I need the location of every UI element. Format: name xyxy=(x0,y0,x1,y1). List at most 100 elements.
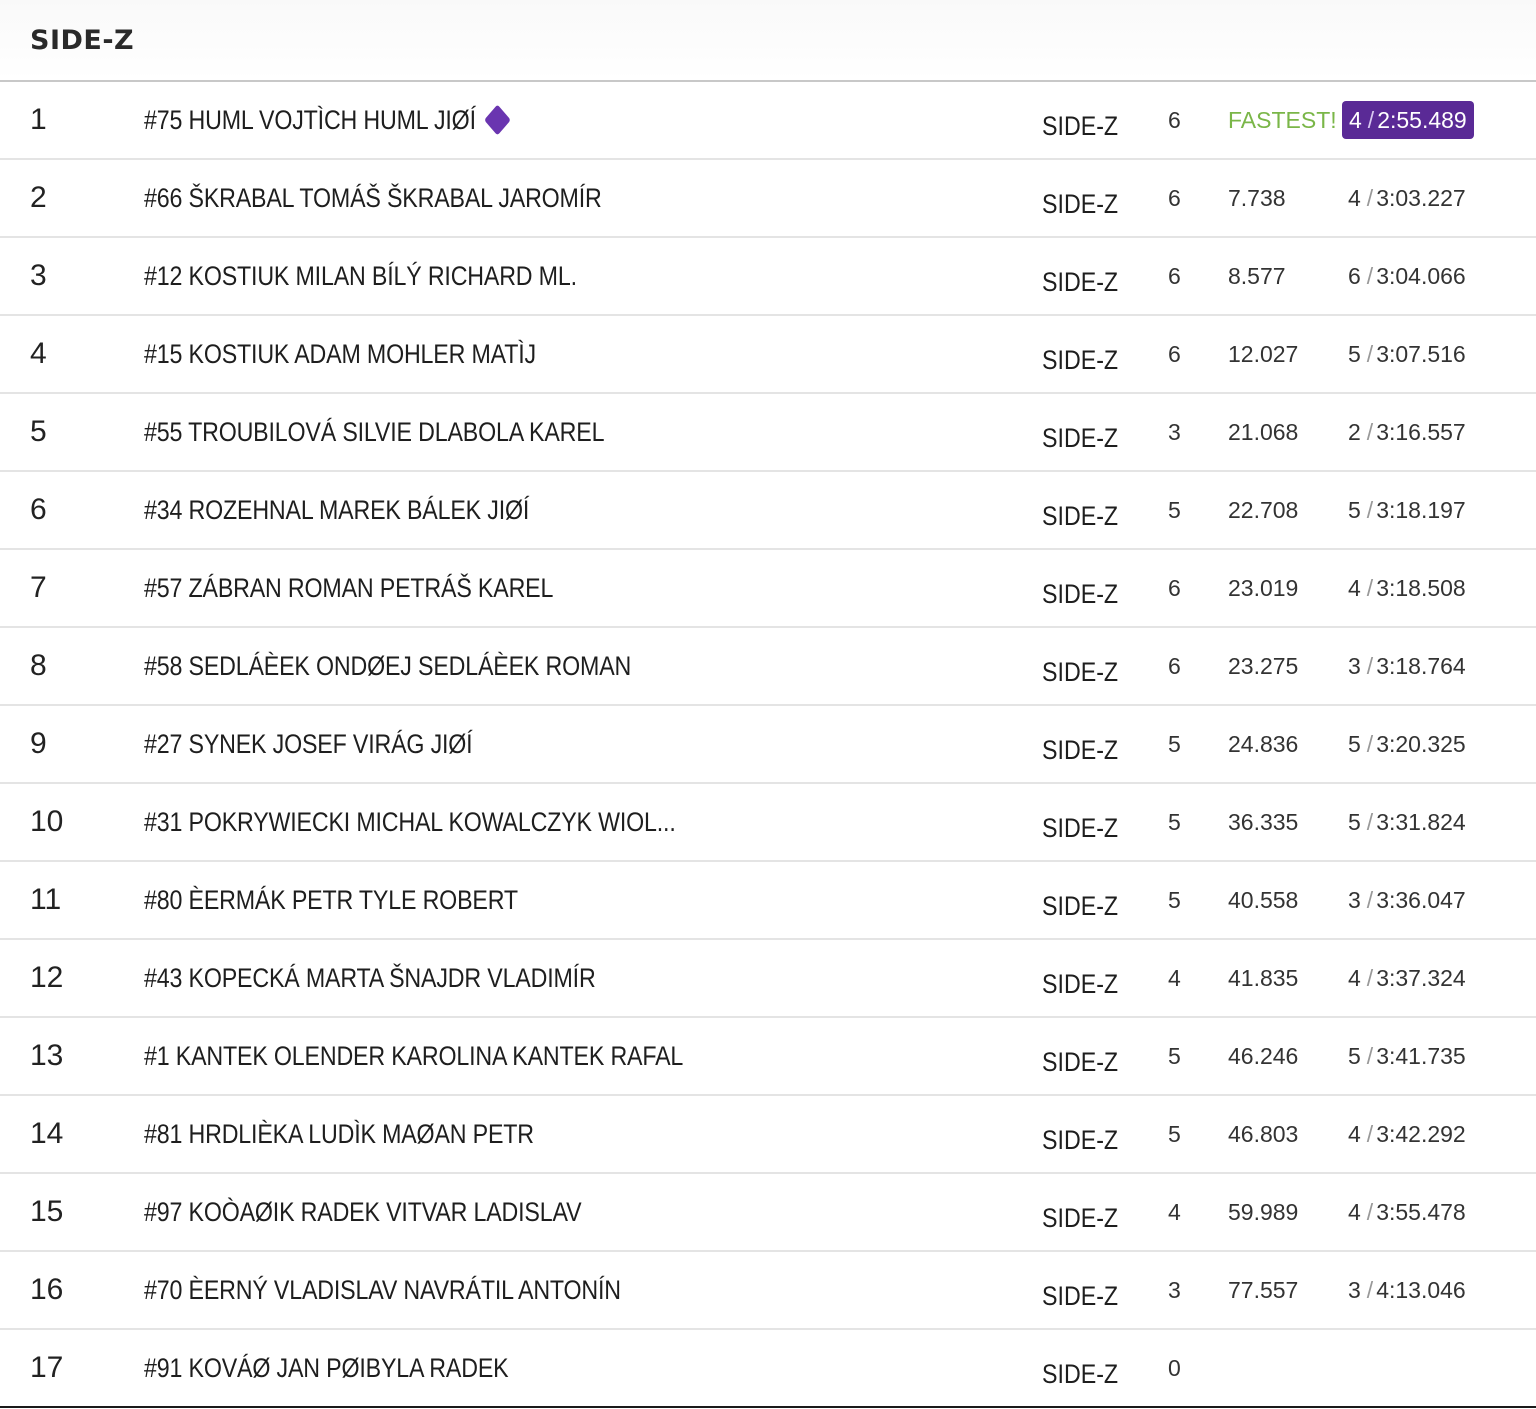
best-lap-cell: 5/3:41.735 xyxy=(1348,1018,1466,1094)
table-row[interactable]: 11 #80 ÈERMÁK PETR TYLE ROBERT SIDE-Z 5 40.5… xyxy=(0,862,1536,940)
gap-cell: 46.803 xyxy=(1228,1120,1299,1147)
driver-name-cell: #1 KANTEK OLENDER KAROLINA KANTEK RAFAL xyxy=(144,1018,683,1094)
best-lap-time: 3:55.478 xyxy=(1376,1198,1466,1225)
driver-name-cell: #31 POKRYWIECKI MICHAL KOWALCZYK WIOL... xyxy=(144,784,676,860)
class-cell: SIDE-Z xyxy=(1042,188,1119,219)
table-row[interactable]: 5 #55 TROUBILOVÁ SILVIE DLABOLA KAREL SIDE… xyxy=(0,394,1536,472)
position-cell: 7 xyxy=(30,571,47,604)
driver-name: #91 KOVÁØ JAN PØIBYLA RADEK xyxy=(144,1352,509,1383)
best-lap-time: 3:37.324 xyxy=(1376,964,1466,991)
best-lap-time: 3:18.197 xyxy=(1376,496,1466,523)
laps-cell: 5 xyxy=(1168,808,1181,835)
best-lap-time: 3:03.227 xyxy=(1376,184,1466,211)
driver-name-cell: #57 ZÁBRAN ROMAN PETRÁŠ KAREL xyxy=(144,550,660,626)
laps-cell: 5 xyxy=(1168,1120,1181,1147)
class-cell: SIDE-Z xyxy=(1042,344,1119,375)
best-lap-time: 3:18.508 xyxy=(1376,574,1466,601)
gap-cell: 7.738 xyxy=(1228,184,1286,211)
position-cell: 17 xyxy=(30,1351,64,1384)
best-lap-number: 5 xyxy=(1348,1042,1361,1069)
best-lap-time: 3:42.292 xyxy=(1376,1120,1466,1147)
driver-name: #55 TROUBILOVÁ SILVIE DLABOLA KAREL xyxy=(144,416,605,447)
driver-name-cell: #15 KOSTIUK ADAM MOHLER MATÌJ xyxy=(144,316,660,392)
best-lap-number: 4 xyxy=(1348,1120,1361,1147)
best-lap-number: 4 xyxy=(1348,964,1361,991)
table-row[interactable]: 12 #43 KOPECKÁ MARTA ŠNAJDR VLADIMÍR SIDE-… xyxy=(0,940,1536,1018)
best-lap-cell: 4/3:18.508 xyxy=(1348,550,1466,626)
gap-cell: 8.577 xyxy=(1228,262,1286,289)
table-row[interactable]: 14 #81 HRDLIÈKA LUDÌK MAØAN PETR SIDE-Z 5 46… xyxy=(0,1096,1536,1174)
driver-name: #43 KOPECKÁ MARTA ŠNAJDR VLADIMÍR xyxy=(144,962,596,993)
best-lap-time: 3:16.557 xyxy=(1376,418,1466,445)
position-cell: 6 xyxy=(30,493,47,526)
best-lap-time: 3:31.824 xyxy=(1376,808,1466,835)
table-row[interactable]: 13 #1 KANTEK OLENDER KAROLINA KANTEK RAFA… xyxy=(0,1018,1536,1096)
driver-name: #31 POKRYWIECKI MICHAL KOWALCZYK WIOL... xyxy=(144,806,676,837)
laps-cell: 0 xyxy=(1168,1354,1181,1381)
laps-cell: 3 xyxy=(1168,1276,1181,1303)
best-lap-cell: 4/3:03.227 xyxy=(1348,160,1466,236)
position-cell: 9 xyxy=(30,727,47,760)
position-cell: 10 xyxy=(30,805,64,838)
lap-separator: / xyxy=(1366,964,1374,991)
driver-name: #58 SEDLÁÈEK ONDØEJ SEDLÁÈEK ROMAN xyxy=(144,650,632,681)
position-cell: 1 xyxy=(30,103,47,136)
class-cell: SIDE-Z xyxy=(1042,422,1119,453)
driver-name-cell: #75 HUML VOJTÌCH HUML JIØÍ xyxy=(144,82,660,158)
gap-cell: 77.557 xyxy=(1228,1276,1299,1303)
table-row[interactable]: 7 #57 ZÁBRAN ROMAN PETRÁŠ KAREL SIDE-Z 6 23.… xyxy=(0,550,1536,628)
table-row[interactable]: 16 #70 ÈERNÝ VLADISLAV NAVRÁTIL ANTONÍN SI… xyxy=(0,1252,1536,1330)
class-cell: SIDE-Z xyxy=(1042,1358,1119,1389)
table-row[interactable]: 1 #75 HUML VOJTÌCH HUML JIØÍ SIDE-Z 6 FASTES… xyxy=(0,82,1536,160)
laps-cell: 6 xyxy=(1168,106,1181,133)
best-lap-number: 3 xyxy=(1348,886,1361,913)
table-row[interactable]: 3 #12 KOSTIUK MILAN BÍLÝ RICHARD ML. SIDE-… xyxy=(0,238,1536,316)
fastest-lap-badge: 4/2:55.489 xyxy=(1342,101,1474,139)
driver-name: #1 KANTEK OLENDER KAROLINA KANTEK RAFAL xyxy=(144,1040,684,1071)
best-lap-cell: 3/3:18.764 xyxy=(1348,628,1466,704)
laps-cell: 5 xyxy=(1168,730,1181,757)
driver-name: #66 ŠKRABAL TOMÁŠ ŠKRABAL JAROMÍR xyxy=(144,182,602,213)
driver-name-cell: #58 SEDLÁÈEK ONDØEJ SEDLÁÈEK ROMAN xyxy=(144,628,660,704)
driver-name: #81 HRDLIÈKA LUDÌK MAØAN PETR xyxy=(144,1118,534,1149)
driver-name: #70 ÈERNÝ VLADISLAV NAVRÁTIL ANTONÍN xyxy=(144,1274,621,1305)
laps-cell: 6 xyxy=(1168,262,1181,289)
driver-name-cell: #81 HRDLIÈKA LUDÌK MAØAN PETR xyxy=(144,1096,660,1172)
table-row[interactable]: 6 #34 ROZEHNAL MAREK BÁLEK JIØÍ SIDE-Z 5 22.… xyxy=(0,472,1536,550)
class-cell: SIDE-Z xyxy=(1042,266,1119,297)
gap-cell: 24.836 xyxy=(1228,730,1299,757)
best-lap-cell: 5/3:31.824 xyxy=(1348,784,1466,860)
best-lap-number: 6 xyxy=(1348,262,1361,289)
table-row[interactable]: 15 #97 KOÒAØIK RADEK VITVAR LADISLAV SIDE-… xyxy=(0,1174,1536,1252)
class-cell: SIDE-Z xyxy=(1042,812,1119,843)
driver-name-cell: #34 ROZEHNAL MAREK BÁLEK JIØÍ xyxy=(144,472,660,548)
table-row[interactable]: 8 #58 SEDLÁÈEK ONDØEJ SEDLÁÈEK ROMAN SIDE-… xyxy=(0,628,1536,706)
driver-name-cell: #27 SYNEK JOSEF VIRÁG JIØÍ xyxy=(144,706,660,782)
table-row[interactable]: 4 #15 KOSTIUK ADAM MOHLER MATÌJ SIDE-Z 6 12.… xyxy=(0,316,1536,394)
driver-name: #15 KOSTIUK ADAM MOHLER MATÌJ xyxy=(144,338,536,369)
lap-separator: / xyxy=(1366,886,1374,913)
table-row[interactable]: 10 #31 POKRYWIECKI MICHAL KOWALCZYK WIOL.… xyxy=(0,784,1536,862)
best-lap-cell: 2/3:16.557 xyxy=(1348,394,1466,470)
class-cell: SIDE-Z xyxy=(1042,968,1119,999)
best-lap-cell: 3/3:36.047 xyxy=(1348,862,1466,938)
best-lap-cell: 5/3:18.197 xyxy=(1348,472,1466,548)
best-lap-number: 5 xyxy=(1348,340,1361,367)
best-lap-number: 5 xyxy=(1348,730,1361,757)
table-row[interactable]: 2 #66 ŠKRABAL TOMÁŠ ŠKRABAL JAROMÍR SIDE-Z… xyxy=(0,160,1536,238)
best-lap-cell: 6/3:04.066 xyxy=(1348,238,1466,314)
driver-name-cell: #12 KOSTIUK MILAN BÍLÝ RICHARD ML. xyxy=(144,238,660,314)
lap-separator: / xyxy=(1366,262,1374,289)
laps-cell: 5 xyxy=(1168,886,1181,913)
table-row[interactable]: 9 #27 SYNEK JOSEF VIRÁG JIØÍ SIDE-Z 5 24.836… xyxy=(0,706,1536,784)
best-lap-cell: 5/3:07.516 xyxy=(1348,316,1466,392)
best-lap-time: 4:13.046 xyxy=(1376,1276,1466,1303)
class-title: SIDE-Z xyxy=(30,24,135,56)
lap-separator: / xyxy=(1366,730,1374,757)
driver-name: #12 KOSTIUK MILAN BÍLÝ RICHARD ML. xyxy=(144,260,577,291)
driver-name-cell: #66 ŠKRABAL TOMÁŠ ŠKRABAL JAROMÍR xyxy=(144,160,660,236)
lap-separator: / xyxy=(1366,1120,1374,1147)
gap-cell: 12.027 xyxy=(1228,340,1299,367)
table-row[interactable]: 17 #91 KOVÁØ JAN PØIBYLA RADEK SIDE-Z 0 xyxy=(0,1330,1536,1408)
best-lap-time: 3:04.066 xyxy=(1376,262,1466,289)
